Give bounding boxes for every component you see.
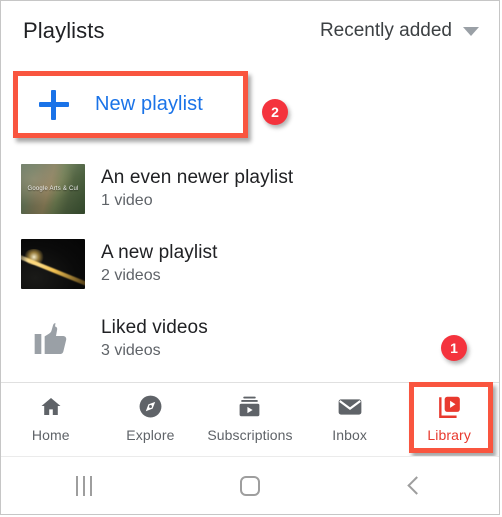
recents-icon <box>76 475 92 496</box>
back-chevron-icon <box>406 476 426 495</box>
playlist-thumbnail: Google Arts & Cul <box>21 163 85 214</box>
playlist-video-count: 3 videos <box>101 342 161 359</box>
tab-explore-label: Explore <box>126 426 175 443</box>
playlist-title: Liked videos <box>101 317 208 338</box>
compass-icon <box>137 394 163 420</box>
tab-home-label: Home <box>31 426 70 443</box>
playlist-thumbnail <box>21 238 85 289</box>
youtube-library-screen: Playlists Recently added New playlist 2 … <box>0 0 500 515</box>
back-button[interactable] <box>333 457 499 514</box>
list-item[interactable]: Google Arts & Cul An even newer playlist… <box>1 151 499 226</box>
chevron-down-icon <box>463 26 479 36</box>
page-header: Playlists Recently added <box>1 1 499 61</box>
sort-dropdown[interactable]: Recently added <box>320 20 479 42</box>
thumbnail-watermark: Google Arts & Cul <box>27 185 79 192</box>
envelope-icon <box>337 394 363 420</box>
tab-home[interactable]: Home <box>1 383 101 453</box>
playlist-title: A new playlist <box>101 242 218 263</box>
list-item[interactable]: A new playlist 2 videos <box>1 226 499 301</box>
recents-button[interactable] <box>1 457 167 514</box>
playlist-video-count: 1 video <box>101 192 153 209</box>
thumbs-up-icon <box>21 314 85 364</box>
home-button[interactable] <box>167 457 333 514</box>
subscriptions-icon <box>237 394 263 420</box>
list-item[interactable]: Liked videos 3 videos <box>1 301 499 376</box>
page-title: Playlists <box>23 18 105 43</box>
sort-dropdown-label: Recently added <box>319 20 452 41</box>
playlist-list: Google Arts & Cul An even newer playlist… <box>1 151 499 376</box>
playlist-video-count: 2 videos <box>101 267 161 284</box>
playlist-meta: An even newer playlist 1 video <box>101 167 293 210</box>
system-navigation-bar <box>1 456 499 514</box>
tab-subscriptions-label: Subscriptions <box>207 426 293 443</box>
annotation-badge-1: 1 <box>441 335 467 361</box>
playlist-title: An even newer playlist <box>101 167 294 188</box>
tab-explore[interactable]: Explore <box>101 383 201 453</box>
playlist-meta: Liked videos 3 videos <box>101 317 208 360</box>
playlist-meta: A new playlist 2 videos <box>101 242 218 285</box>
home-icon <box>38 394 64 420</box>
highlight-box-new-playlist <box>13 71 248 138</box>
tab-subscriptions[interactable]: Subscriptions <box>200 383 300 453</box>
home-square-icon <box>240 475 260 496</box>
tab-inbox[interactable]: Inbox <box>300 383 400 453</box>
annotation-badge-2: 2 <box>262 99 288 125</box>
tab-inbox-label: Inbox <box>332 426 367 443</box>
highlight-box-library <box>409 382 493 453</box>
